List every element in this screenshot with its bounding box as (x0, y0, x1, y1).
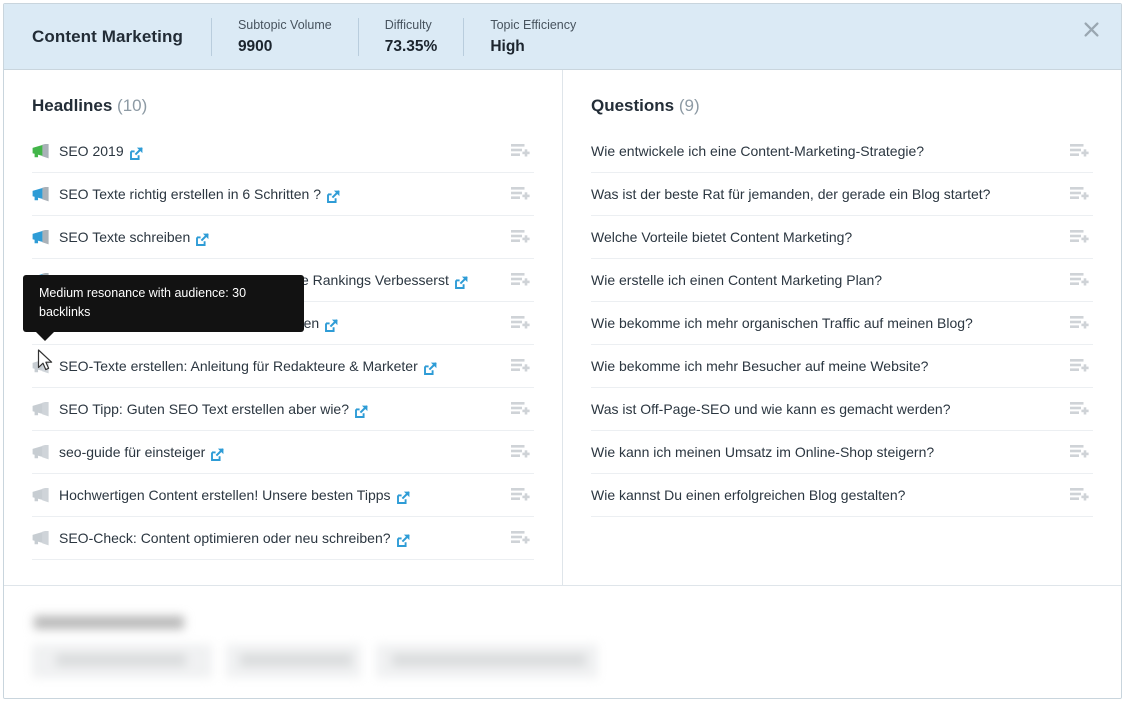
question-text[interactable]: Was ist Off-Page-SEO und wie kann es gem… (591, 400, 951, 418)
question-text[interactable]: Wie erstelle ich einen Content Marketing… (591, 271, 882, 289)
headline-text[interactable]: seo-guide für einsteiger (59, 443, 205, 461)
close-icon[interactable] (1075, 13, 1107, 45)
questions-list: Wie entwickele ich eine Content-Marketin… (591, 130, 1093, 517)
metric-value: 73.35% (384, 37, 438, 55)
metric-value: High (490, 37, 525, 55)
headline-text[interactable]: SEO Tipp: Guten SEO Text erstellen aber … (59, 400, 349, 418)
footer-redacted-region (4, 586, 1121, 698)
add-to-list-icon[interactable] (1070, 445, 1089, 460)
question-text[interactable]: Wie kannst Du einen erfolgreichen Blog g… (591, 486, 905, 504)
megaphone-icon[interactable] (32, 400, 50, 417)
headlines-heading-label: Headlines (32, 96, 113, 115)
add-to-list-icon[interactable] (1070, 402, 1089, 417)
resonance-tooltip: Medium resonance with audience: 30 backl… (23, 275, 304, 341)
add-to-list-icon[interactable] (511, 187, 530, 202)
questions-heading-label: Questions (591, 96, 675, 115)
question-row[interactable]: Welche Vorteile bietet Content Marketing… (591, 216, 1093, 259)
external-link-icon[interactable] (327, 189, 340, 203)
headline-row[interactable]: seo-guide für einsteiger (32, 431, 534, 474)
headline-text[interactable]: SEO Texte schreiben (59, 228, 190, 246)
metric-difficulty: Difficulty 73.35% (359, 15, 464, 59)
headline-row[interactable]: SEO 2019 (32, 130, 534, 173)
app-root: Content Marketing Subtopic Volume 9900 D… (0, 0, 1125, 702)
question-text[interactable]: Wie kann ich meinen Umsatz im Online-Sho… (591, 443, 934, 461)
metric-label: Subtopic Volume (237, 17, 332, 32)
add-to-list-icon[interactable] (511, 316, 530, 331)
megaphone-icon[interactable] (32, 357, 50, 374)
external-link-icon[interactable] (454, 275, 468, 289)
headline-row[interactable]: SEO Texte richtig erstellen in 6 Schritt… (32, 173, 534, 216)
question-text[interactable]: Wie bekomme ich mehr Besucher auf meine … (591, 357, 928, 375)
add-to-list-icon[interactable] (1070, 144, 1089, 159)
megaphone-icon[interactable] (32, 443, 50, 460)
add-to-list-icon[interactable] (1070, 187, 1089, 202)
add-to-list-icon[interactable] (511, 445, 530, 460)
external-link-icon[interactable] (396, 533, 410, 547)
add-to-list-icon[interactable] (1070, 230, 1089, 245)
headlines-list: SEO 2019 SEO Texte richtig erstellen in 6… (32, 130, 534, 560)
add-to-list-icon[interactable] (511, 144, 530, 159)
add-to-list-icon[interactable] (511, 359, 530, 374)
question-row[interactable]: Was ist Off-Page-SEO und wie kann es gem… (591, 388, 1093, 431)
page-title: Content Marketing (32, 26, 183, 46)
headline-text[interactable]: SEO-Texte erstellen: Anleitung für Redak… (59, 357, 418, 375)
question-row[interactable]: Wie bekomme ich mehr Besucher auf meine … (591, 345, 1093, 388)
question-text[interactable]: Wie entwickele ich eine Content-Marketin… (591, 142, 924, 160)
content-columns: Headlines (10) SEO 2019 SEO Texte richtig… (4, 70, 1121, 586)
add-to-list-icon[interactable] (511, 531, 530, 546)
megaphone-icon[interactable] (32, 529, 50, 546)
question-text[interactable]: Wie bekomme ich mehr organischen Traffic… (591, 314, 973, 332)
questions-count: (9) (678, 96, 700, 115)
metric-label: Topic Efficiency (490, 17, 577, 32)
megaphone-icon[interactable] (32, 228, 50, 245)
headline-text[interactable]: SEO-Check: Content optimieren oder neu s… (59, 529, 391, 547)
headline-row[interactable]: SEO Texte schreiben (32, 216, 534, 259)
external-link-icon[interactable] (211, 447, 225, 461)
question-row[interactable]: Was ist der beste Rat für jemanden, der … (591, 173, 1093, 216)
question-row[interactable]: Wie kannst Du einen erfolgreichen Blog g… (591, 474, 1093, 517)
headlines-count: (10) (117, 96, 148, 115)
external-link-icon[interactable] (423, 361, 437, 375)
headline-row[interactable]: Hochwertigen Content erstellen! Unsere b… (32, 474, 534, 517)
external-link-icon[interactable] (396, 490, 410, 504)
headline-row[interactable]: SEO-Check: Content optimieren oder neu s… (32, 517, 534, 560)
subtopic-detail-panel: Content Marketing Subtopic Volume 9900 D… (3, 3, 1122, 699)
add-to-list-icon[interactable] (511, 273, 530, 288)
external-link-icon[interactable] (325, 318, 338, 332)
add-to-list-icon[interactable] (511, 402, 530, 417)
headline-text[interactable]: Hochwertigen Content erstellen! Unsere b… (59, 486, 391, 504)
add-to-list-icon[interactable] (511, 230, 530, 245)
megaphone-icon[interactable] (32, 486, 50, 503)
headline-text[interactable]: SEO 2019 (59, 142, 124, 160)
headline-text[interactable]: SEO Texte richtig erstellen in 6 Schritt… (59, 185, 321, 203)
headline-row[interactable]: SEO-Texte erstellen: Anleitung für Redak… (32, 345, 534, 388)
questions-column: Questions (9) Wie entwickele ich eine Co… (563, 70, 1121, 585)
external-link-icon[interactable] (355, 404, 368, 418)
question-text[interactable]: Was ist der beste Rat für jemanden, der … (591, 185, 990, 203)
question-row[interactable]: Wie entwickele ich eine Content-Marketin… (591, 130, 1093, 173)
questions-heading: Questions (9) (591, 94, 1093, 118)
add-to-list-icon[interactable] (1070, 488, 1089, 503)
metric-label: Difficulty (384, 17, 432, 32)
headlines-heading: Headlines (10) (32, 94, 534, 118)
add-to-list-icon[interactable] (511, 488, 530, 503)
metric-value: 9900 (237, 37, 273, 55)
metric-subtopic-volume: Subtopic Volume 9900 (212, 15, 358, 59)
add-to-list-icon[interactable] (1070, 273, 1089, 288)
external-link-icon[interactable] (196, 232, 209, 246)
tooltip-text: Medium resonance with audience: 30 backl… (39, 286, 247, 319)
question-row[interactable]: Wie bekomme ich mehr organischen Traffic… (591, 302, 1093, 345)
headline-row[interactable]: SEO Tipp: Guten SEO Text erstellen aber … (32, 388, 534, 431)
external-link-icon[interactable] (129, 146, 143, 160)
megaphone-icon[interactable] (32, 142, 50, 159)
question-text[interactable]: Welche Vorteile bietet Content Marketing… (591, 228, 852, 246)
question-row[interactable]: Wie kann ich meinen Umsatz im Online-Sho… (591, 431, 1093, 474)
question-row[interactable]: Wie erstelle ich einen Content Marketing… (591, 259, 1093, 302)
add-to-list-icon[interactable] (1070, 359, 1089, 374)
megaphone-icon[interactable] (32, 185, 50, 202)
metric-topic-efficiency: Topic Efficiency High (464, 15, 602, 59)
add-to-list-icon[interactable] (1070, 316, 1089, 331)
panel-header: Content Marketing Subtopic Volume 9900 D… (4, 4, 1121, 70)
